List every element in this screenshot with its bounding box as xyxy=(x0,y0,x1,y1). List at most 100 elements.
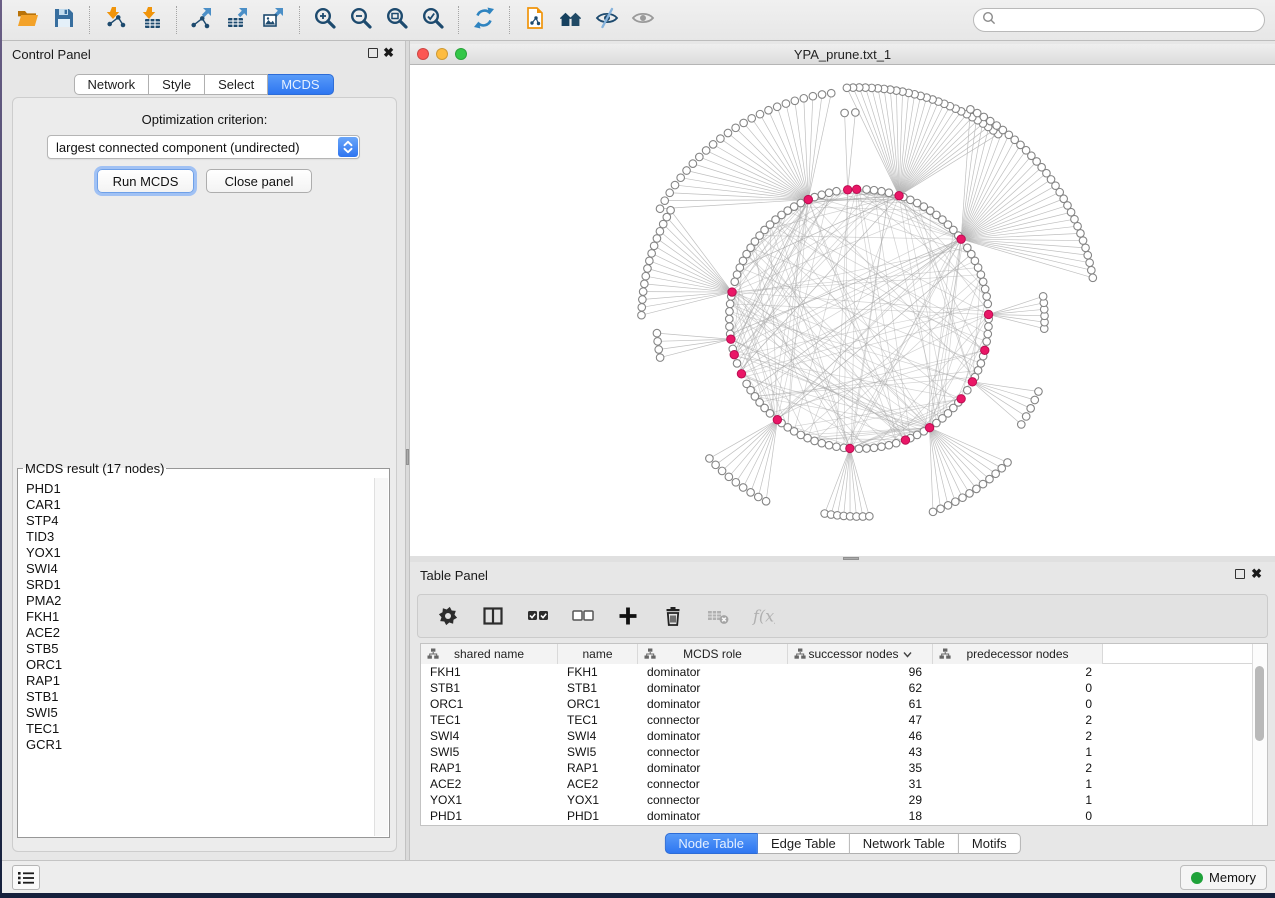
search-input[interactable] xyxy=(1001,13,1256,28)
hide-eye-button[interactable] xyxy=(589,4,625,36)
table-row[interactable]: YOX1YOX1connector291 xyxy=(421,792,1252,808)
memory-button[interactable]: Memory xyxy=(1180,865,1267,890)
mcds-result-item[interactable]: SWI4 xyxy=(26,561,374,577)
table-scrollbar[interactable] xyxy=(1252,644,1267,825)
open-button[interactable] xyxy=(10,4,46,36)
export-network-button[interactable] xyxy=(184,4,220,36)
delete-column-button[interactable] xyxy=(661,603,685,629)
tab-mcds[interactable]: MCDS xyxy=(268,74,333,95)
mcds-result-item[interactable]: TID3 xyxy=(26,529,374,545)
neighbors-button[interactable] xyxy=(553,4,589,36)
column-header-shared-name[interactable]: shared name xyxy=(421,644,558,664)
mcds-result-item[interactable]: SWI5 xyxy=(26,705,374,721)
splitter-grip[interactable] xyxy=(843,557,859,560)
tab-node-table[interactable]: Node Table xyxy=(664,833,758,854)
zoom-selected-button[interactable] xyxy=(415,4,451,36)
column-header-predecessor-nodes[interactable]: predecessor nodes xyxy=(933,644,1103,664)
export-image-icon xyxy=(261,6,287,35)
table-cell: 1 xyxy=(933,792,1103,808)
import-table-button[interactable] xyxy=(133,4,169,36)
mcds-result-item[interactable]: PHD1 xyxy=(26,481,374,497)
split-column-button[interactable] xyxy=(481,603,505,629)
table-cell: RAP1 xyxy=(421,760,558,776)
tab-network[interactable]: Network xyxy=(73,74,149,95)
mcds-result-item[interactable]: SRD1 xyxy=(26,577,374,593)
table-row[interactable]: ACE2ACE2connector311 xyxy=(421,776,1252,792)
table-cell: ACE2 xyxy=(558,776,638,792)
toolbar-separator xyxy=(299,6,300,34)
column-label: predecessor nodes xyxy=(966,647,1068,661)
table-scrollbar-thumb[interactable] xyxy=(1255,666,1264,741)
export-table-button[interactable] xyxy=(220,4,256,36)
column-header-successor-nodes[interactable]: successor nodes xyxy=(788,644,933,664)
mcds-result-item[interactable]: ORC1 xyxy=(26,657,374,673)
control-panel-float-icon[interactable] xyxy=(368,48,378,58)
table-rows: FKH1FKH1dominator962STB1STB1dominator620… xyxy=(421,664,1252,825)
export-table-icon xyxy=(225,6,251,35)
mcds-result-item[interactable]: TEC1 xyxy=(26,721,374,737)
column-header-name[interactable]: name xyxy=(558,644,638,664)
mcds-result-item[interactable]: YOX1 xyxy=(26,545,374,561)
show-eye-button[interactable] xyxy=(625,4,661,36)
zoom-out-button[interactable] xyxy=(343,4,379,36)
mcds-result-item[interactable]: CAR1 xyxy=(26,497,374,513)
mcds-result-item[interactable]: GCR1 xyxy=(26,737,374,753)
table-row[interactable]: SWI4SWI4dominator462 xyxy=(421,728,1252,744)
table-panel-close-icon[interactable]: ✖ xyxy=(1251,566,1262,582)
zoom-in-button[interactable] xyxy=(307,4,343,36)
table-row[interactable]: STB1STB1dominator620 xyxy=(421,680,1252,696)
zoom-in-icon xyxy=(312,6,338,35)
tab-style[interactable]: Style xyxy=(149,74,205,95)
export-image-button[interactable] xyxy=(256,4,292,36)
close-panel-button[interactable]: Close panel xyxy=(206,169,312,193)
mcds-result-item[interactable]: FKH1 xyxy=(26,609,374,625)
criterion-dropdown[interactable]: largest connected component (undirected) xyxy=(47,135,360,159)
toolbar-separator xyxy=(509,6,510,34)
add-column-button[interactable] xyxy=(616,603,640,629)
table-row[interactable]: FKH1FKH1dominator962 xyxy=(421,664,1252,680)
optimization-criterion-label: Optimization criterion: xyxy=(13,112,396,127)
import-network-button[interactable] xyxy=(97,4,133,36)
tab-network-table[interactable]: Network Table xyxy=(850,833,959,854)
table-row[interactable]: TEC1TEC1connector472 xyxy=(421,712,1252,728)
table-row[interactable]: SWI5SWI5connector431 xyxy=(421,744,1252,760)
network-file-button[interactable] xyxy=(517,4,553,36)
save-button[interactable] xyxy=(46,4,82,36)
network-view-titlebar: YPA_prune.txt_1 xyxy=(410,44,1275,65)
zoom-fit-button[interactable] xyxy=(379,4,415,36)
run-mcds-button[interactable]: Run MCDS xyxy=(97,169,194,193)
sort-desc-icon xyxy=(903,647,912,661)
app-window: Control Panel ✖ NetworkStyleSelectMCDS O… xyxy=(2,0,1275,893)
refresh-icon xyxy=(471,6,497,35)
table-row[interactable]: ORC1ORC1dominator610 xyxy=(421,696,1252,712)
mcds-result-list[interactable]: PHD1CAR1STP4TID3YOX1SWI4SRD1PMA2FKH1ACE2… xyxy=(19,478,374,836)
mcds-result-item[interactable]: STB1 xyxy=(26,689,374,705)
mcds-result-item[interactable]: STP4 xyxy=(26,513,374,529)
network-file-icon xyxy=(522,6,548,35)
table-panel-float-icon[interactable] xyxy=(1235,569,1245,579)
mcds-result-item[interactable]: STB5 xyxy=(26,641,374,657)
table-cell: SWI4 xyxy=(558,728,638,744)
control-panel: Control Panel ✖ NetworkStyleSelectMCDS O… xyxy=(2,41,405,860)
tab-motifs[interactable]: Motifs xyxy=(959,833,1021,854)
select-all-button[interactable] xyxy=(526,603,550,629)
mcds-result-item[interactable]: PMA2 xyxy=(26,593,374,609)
deselect-all-button[interactable] xyxy=(571,603,595,629)
control-panel-close-icon[interactable]: ✖ xyxy=(383,45,394,61)
column-header-MCDS-role[interactable]: MCDS role xyxy=(638,644,788,664)
mcds-result-item[interactable]: ACE2 xyxy=(26,625,374,641)
panel-menu-button[interactable] xyxy=(12,865,40,890)
network-canvas[interactable] xyxy=(410,65,1275,556)
mcds-result-item[interactable]: RAP1 xyxy=(26,673,374,689)
table-row[interactable]: PHD1PHD1dominator180 xyxy=(421,808,1252,824)
settings-button[interactable] xyxy=(436,603,460,629)
search-field[interactable] xyxy=(973,8,1265,32)
tab-edge-table[interactable]: Edge Table xyxy=(758,833,850,854)
tab-select[interactable]: Select xyxy=(205,74,268,95)
mcds-result-scrollbar[interactable] xyxy=(374,478,388,836)
table-row[interactable]: RAP1RAP1dominator352 xyxy=(421,760,1252,776)
column-label: shared name xyxy=(454,647,524,661)
splitter-grip[interactable] xyxy=(406,449,409,465)
mcds-result-title: MCDS result (17 nodes) xyxy=(23,461,166,476)
refresh-button[interactable] xyxy=(466,4,502,36)
